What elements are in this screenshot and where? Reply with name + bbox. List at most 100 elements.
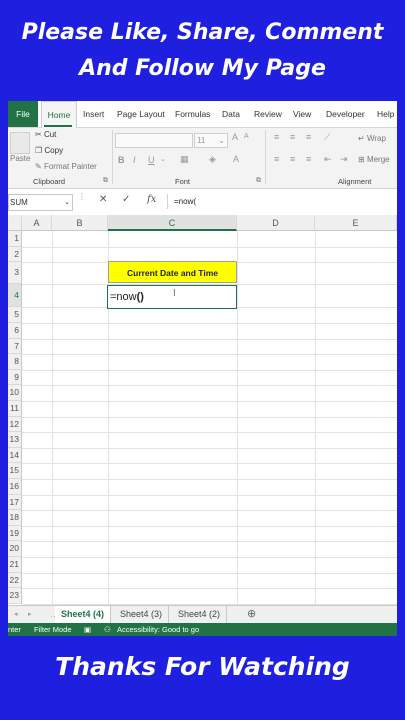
merge-button[interactable]: ⊞ Merge: [358, 155, 390, 164]
tab-page-layout[interactable]: Page Layout: [117, 101, 165, 127]
align-center-icon[interactable]: ≡: [290, 154, 295, 164]
accessibility-icon[interactable]: ⚇: [104, 623, 111, 636]
row-header-23[interactable]: 23: [8, 588, 22, 604]
row-header-1[interactable]: 1: [8, 231, 22, 247]
gridline: [22, 541, 397, 543]
tab-home-underline: [44, 125, 72, 127]
align-bottom-icon[interactable]: ≡: [306, 132, 311, 142]
status-accessibility[interactable]: Accessibility: Good to go: [117, 623, 199, 636]
underline-button[interactable]: U: [148, 155, 155, 165]
orientation-icon[interactable]: ⟋: [324, 132, 330, 143]
increase-font-icon[interactable]: A: [232, 132, 238, 142]
bold-button[interactable]: B: [118, 155, 125, 165]
row-header-7[interactable]: 7: [8, 338, 22, 355]
gridline: [22, 385, 397, 387]
column-header-c[interactable]: C: [108, 215, 237, 231]
scroll-sheets-right-icon[interactable]: ▸: [22, 606, 38, 623]
row-header-6[interactable]: 6: [8, 323, 22, 339]
tab-view[interactable]: View: [293, 101, 311, 127]
tab-review[interactable]: Review: [254, 101, 282, 127]
row-header-22[interactable]: 22: [8, 572, 22, 589]
font-size-select[interactable]: 11 ⌄: [194, 133, 228, 148]
align-left-icon[interactable]: ≡: [274, 154, 279, 164]
paste-button[interactable]: Paste: [10, 154, 30, 163]
font-color-icon[interactable]: A: [233, 154, 239, 164]
row-header-13[interactable]: 13: [8, 432, 22, 448]
increase-indent-icon[interactable]: ⇥: [340, 154, 348, 165]
row-header-17[interactable]: 17: [8, 494, 22, 511]
column-header-e[interactable]: E: [315, 215, 397, 231]
row-header-21[interactable]: 21: [8, 557, 22, 573]
align-top-icon[interactable]: ≡: [274, 132, 279, 142]
tab-insert[interactable]: Insert: [83, 101, 104, 127]
decrease-indent-icon[interactable]: ⇤: [324, 154, 332, 165]
worksheet-grid[interactable]: A B C D E 1 2 3 4 5 6 7 8 9 10 11 12 13 14 15 16 17 18 19 2…: [8, 215, 397, 605]
row-header-10[interactable]: 10: [8, 385, 22, 401]
cancel-icon[interactable]: ✕: [99, 194, 107, 205]
column-header-d[interactable]: D: [237, 215, 315, 231]
italic-button[interactable]: I: [133, 155, 136, 165]
font-group-label: Font: [175, 177, 191, 186]
clipboard-launcher-icon[interactable]: ⧉: [103, 177, 108, 185]
tab-help[interactable]: Help: [377, 101, 394, 127]
enter-icon[interactable]: ✓: [122, 194, 130, 205]
cell-c4-editing[interactable]: =now(): [107, 285, 237, 309]
sheet-tab[interactable]: Sheet4 (2): [172, 606, 228, 623]
row-header-2[interactable]: 2: [8, 246, 22, 263]
decrease-font-icon[interactable]: A: [244, 133, 249, 140]
gridline: [22, 401, 397, 402]
row-header-14[interactable]: 14: [8, 447, 22, 464]
gridline: [237, 231, 238, 605]
align-middle-icon[interactable]: ≡: [290, 132, 295, 142]
tab-home[interactable]: Home: [41, 101, 77, 128]
column-header-b[interactable]: B: [52, 215, 108, 231]
gridline: [22, 588, 397, 590]
add-sheet-icon[interactable]: ⊕: [241, 606, 262, 623]
macro-record-icon[interactable]: ▣: [84, 623, 91, 636]
cell-c3-title[interactable]: Current Date and Time: [108, 261, 237, 283]
wrap-label: Wrap: [366, 134, 386, 143]
font-name-select[interactable]: [115, 133, 193, 148]
select-all-corner[interactable]: [8, 215, 22, 231]
row-header-3[interactable]: 3: [8, 262, 22, 284]
tab-data[interactable]: Data: [222, 101, 240, 127]
fill-color-icon[interactable]: ◈: [209, 154, 216, 165]
copy-icon: ❐: [35, 146, 43, 155]
cell-c4-parens: (): [136, 291, 144, 303]
chevron-down-icon: ⌄: [218, 136, 225, 145]
borders-icon[interactable]: ▦: [180, 154, 189, 165]
column-header-a[interactable]: A: [22, 215, 52, 231]
row-header-20[interactable]: 20: [8, 541, 22, 557]
gridline: [22, 432, 397, 434]
row-header-11[interactable]: 11: [8, 401, 22, 417]
cell-c4-formula: =now: [110, 291, 137, 303]
row-header-19[interactable]: 19: [8, 525, 22, 542]
row-header-9[interactable]: 9: [8, 369, 22, 386]
format-painter-button[interactable]: ✎ Format Painter: [35, 162, 97, 171]
tab-file[interactable]: File: [8, 101, 38, 127]
tab-developer[interactable]: Developer: [326, 101, 365, 127]
wrap-text-button[interactable]: ↵ Wrap: [358, 134, 386, 143]
row-header-18[interactable]: 18: [8, 510, 22, 526]
copy-button[interactable]: ❐ Copy: [35, 146, 63, 155]
row-header-16[interactable]: 16: [8, 479, 22, 495]
chevron-down-icon[interactable]: ⌄: [160, 155, 166, 163]
tab-formulas[interactable]: Formulas: [175, 101, 210, 127]
font-launcher-icon[interactable]: ⧉: [256, 177, 261, 185]
cut-button[interactable]: ✂ Cut: [35, 130, 56, 139]
row-header-8[interactable]: 8: [8, 354, 22, 370]
name-box[interactable]: SUM ⌄: [8, 194, 73, 211]
formula-input[interactable]: =now(: [167, 194, 397, 209]
gridline: [22, 572, 397, 574]
row-header-15[interactable]: 15: [8, 463, 22, 479]
sheet-tab[interactable]: Sheet4 (3): [114, 606, 170, 623]
row-header-4[interactable]: 4: [8, 283, 22, 308]
row-header-5[interactable]: 5: [8, 307, 22, 323]
paste-icon[interactable]: [10, 132, 30, 154]
gridline: [22, 338, 397, 340]
font-size-value: 11: [197, 136, 206, 145]
insert-function-icon[interactable]: fx: [147, 194, 156, 205]
align-right-icon[interactable]: ≡: [306, 154, 311, 164]
gridline: [22, 416, 397, 418]
row-header-12[interactable]: 12: [8, 416, 22, 433]
